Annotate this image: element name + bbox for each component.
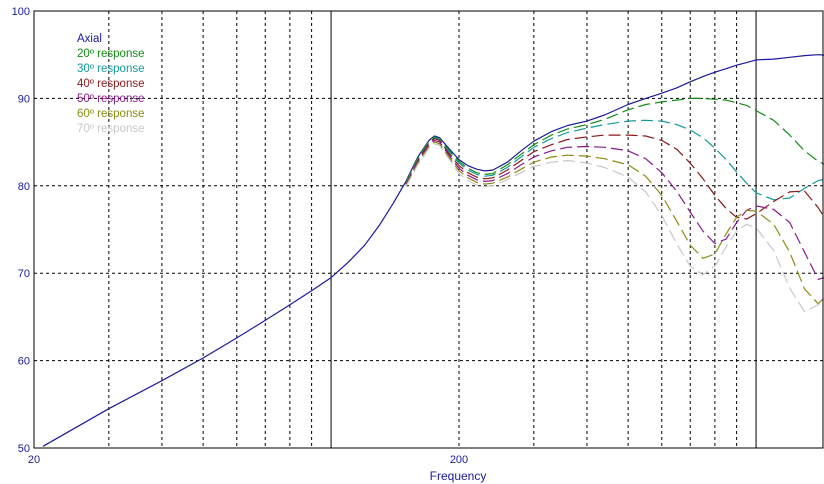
- legend-entry: 20º response: [77, 48, 145, 60]
- legend-entry: 60º response: [77, 108, 145, 120]
- y-tick-label: 100: [12, 6, 30, 18]
- y-tick-label: 60: [18, 356, 30, 368]
- y-tick-label: 90: [18, 93, 30, 105]
- legend-entry: Axial: [77, 33, 102, 45]
- x-axis-label: Frequency: [430, 469, 487, 483]
- y-tick-label: 70: [18, 268, 30, 280]
- frequency-response-chart: 5060708090100 20 200 Axial20º response30º…: [0, 0, 824, 484]
- legend-entry: 70º response: [77, 123, 145, 135]
- legend-entry: 50º response: [77, 93, 145, 105]
- y-tick-label: 80: [18, 181, 30, 193]
- x-tick-label: 20: [28, 454, 40, 466]
- legend-entry: 40º response: [77, 78, 145, 90]
- legend: Axial 20º response 30º response 40º respons…: [77, 33, 145, 135]
- x-tick-label: 200: [450, 454, 468, 466]
- legend-entry: 30º response: [77, 63, 145, 75]
